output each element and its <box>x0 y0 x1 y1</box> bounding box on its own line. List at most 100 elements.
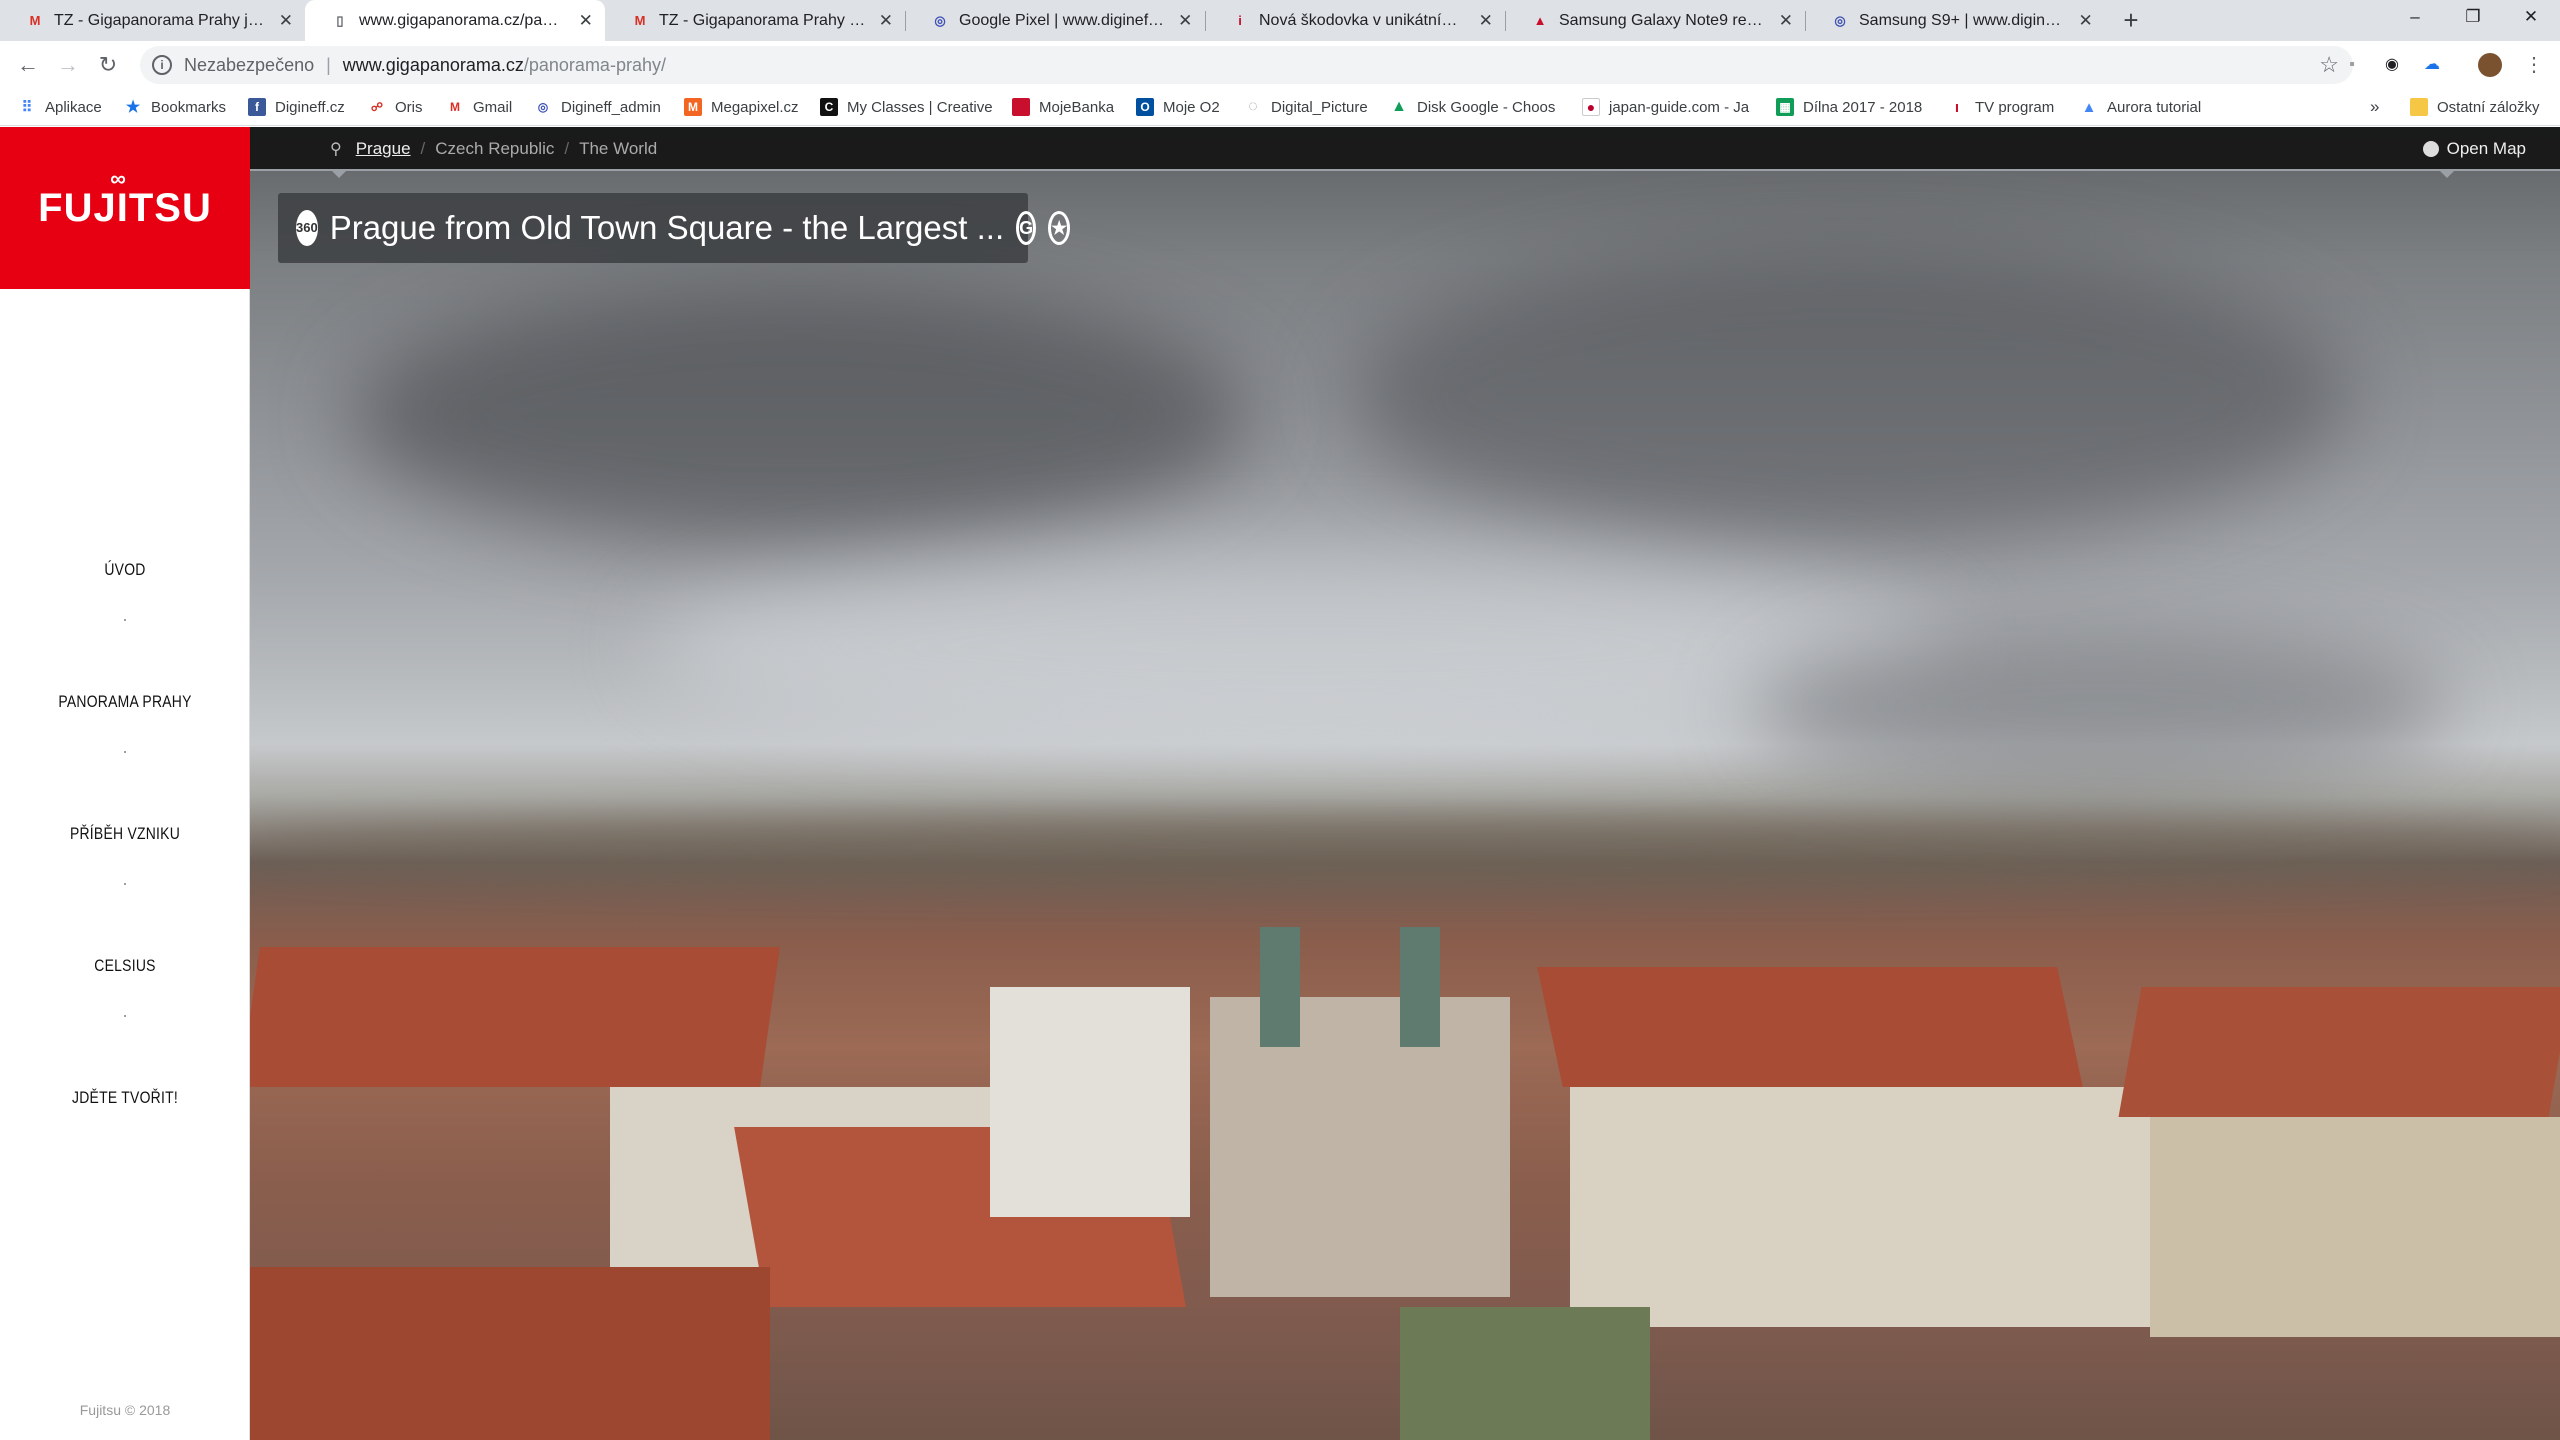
tab-gigapanorama[interactable]: ▯ www.gigapanorama.cz/panoram ✕ <box>305 0 605 41</box>
breadcrumb-the-world[interactable]: The World <box>579 139 657 159</box>
nav-jdete-tvorit[interactable]: JDĚTE TVOŘIT! <box>23 1085 228 1151</box>
menu-kebab-icon[interactable]: ⋮ <box>2522 53 2546 77</box>
sidebar: ∞ FUJITSU ÚVOD PANORAMA PRAHY PŘÍBĚH VZN… <box>0 127 250 1440</box>
bookmark-label: Digineff_admin <box>561 98 661 116</box>
bookmark-japan-guide[interactable]: ● japan-guide.com - Ja <box>1582 88 1752 126</box>
close-icon[interactable]: ✕ <box>1779 11 1793 31</box>
other-bookmarks-folder[interactable]: Ostatní záložky <box>2410 88 2560 126</box>
glasses-extension-icon[interactable]: ◉ <box>2380 53 2404 77</box>
bank-icon <box>1012 98 1030 116</box>
bookmark-label: Digital_Picture <box>1271 98 1368 116</box>
bookmark-tv-program[interactable]: ı TV program <box>1948 88 2068 126</box>
back-button[interactable]: ← <box>12 49 44 81</box>
digineff-icon: ◎ <box>537 100 549 114</box>
tab-google-pixel[interactable]: ◎ Google Pixel | www.digineff.cz ✕ <box>905 0 1205 41</box>
oris-icon: ☍ <box>370 100 384 114</box>
digineff-icon: ◎ <box>1834 12 1846 28</box>
bookmarks-bar: ⠿ Aplikace ★ Bookmarks f Digineff.cz ☍ O… <box>0 88 2560 126</box>
footer-copyright: Fujitsu © 2018 <box>79 1402 171 1418</box>
other-bookmarks-label: Ostatní záložky <box>2437 98 2540 116</box>
bookmark-label: Disk Google - Choos <box>1417 98 1556 116</box>
news-icon: i <box>1238 13 1242 28</box>
bookmark-label: Aurora tutorial <box>2107 98 2202 116</box>
digineff-icon: ◎ <box>934 12 946 28</box>
reload-button[interactable]: ↻ <box>92 49 124 81</box>
tab-skodovka[interactable]: i Nová škodovka v unikátním graf ✕ <box>1205 0 1505 41</box>
megapixel-icon: M <box>684 98 702 116</box>
close-window-button[interactable]: ✕ <box>2502 0 2560 34</box>
bookmark-moje-o2[interactable]: O Moje O2 <box>1136 88 1236 126</box>
close-icon[interactable]: ✕ <box>2078 11 2093 31</box>
star-icon: ★ <box>125 99 141 116</box>
info-icon[interactable]: i <box>152 55 172 75</box>
bookmark-aplikace[interactable]: ⠿ Aplikace <box>18 88 128 126</box>
tab-gigapanorama-email-2[interactable]: M TZ - Gigapanorama Prahy je dost ✕ <box>605 0 905 41</box>
sheets-icon: ▦ <box>1776 98 1794 116</box>
nav-label: CELSIUS <box>94 956 156 975</box>
bookmarks-overflow-button[interactable]: » <box>2370 88 2390 126</box>
panorama-viewer[interactable]: ⚲ Prague / Czech Republic / The World Op… <box>250 127 2560 1440</box>
bookmark-gmail[interactable]: M Gmail <box>446 88 536 126</box>
close-icon[interactable]: ✕ <box>279 11 293 31</box>
close-icon[interactable]: ✕ <box>1478 11 1493 31</box>
minimize-button[interactable]: – <box>2386 0 2444 34</box>
nav-pribeh-vzniku[interactable]: PŘÍBĚH VZNIKU <box>23 821 228 887</box>
building-shape <box>1570 1087 2170 1327</box>
tab-gigapanorama-email-1[interactable]: M TZ - Gigapanorama Prahy je dost ✕ <box>0 0 305 41</box>
bookmark-digineff-admin[interactable]: ◎ Digineff_admin <box>534 88 674 126</box>
browser-toolbar: ← → ↻ i Nezabezpečeno | www.gigapanorama… <box>0 41 2560 88</box>
favorite-star-icon[interactable]: ★ <box>1048 211 1071 245</box>
breadcrumb-notch <box>330 169 348 178</box>
roof-shape <box>1537 967 2083 1087</box>
cloud-extension-icon[interactable]: ☁ <box>2420 53 2444 77</box>
new-tab-button[interactable]: + <box>2116 6 2146 36</box>
address-bar[interactable]: i Nezabezpečeno | www.gigapanorama.cz/pa… <box>140 46 2353 84</box>
breadcrumb-separator: / <box>564 139 570 158</box>
site-nav: ÚVOD PANORAMA PRAHY PŘÍBĚH VZNIKU CELSIU… <box>0 557 250 1151</box>
close-icon[interactable]: ✕ <box>578 11 593 31</box>
extension-icon[interactable]: ▪ <box>2340 53 2364 77</box>
bookmark-star-icon[interactable]: ☆ <box>2319 52 2339 78</box>
bookmark-label: Aplikace <box>45 98 102 116</box>
open-map-label: Open Map <box>2446 139 2526 158</box>
logo-wordmark: ∞ FUJITSU <box>38 166 212 231</box>
bookmark-megapixel[interactable]: M Megapixel.cz <box>684 88 814 126</box>
bookmark-creativelive[interactable]: C My Classes | Creative <box>820 88 992 126</box>
nav-celsius[interactable]: CELSIUS <box>23 953 228 1019</box>
bookmark-google-drive[interactable]: ▲ Disk Google - Choos <box>1390 88 1560 126</box>
bookmark-digital-picture[interactable]: ◌ Digital_Picture <box>1244 88 1374 126</box>
tab-samsung-s9[interactable]: ◎ Samsung S9+ | www.digineff.cz ✕ <box>1805 0 2105 41</box>
breadcrumb-prague[interactable]: Prague <box>356 139 411 159</box>
close-icon[interactable]: ✕ <box>879 11 893 31</box>
bookmark-dilna[interactable]: ▦ Dílna 2017 - 2018 <box>1776 88 1926 126</box>
page: ∞ FUJITSU ÚVOD PANORAMA PRAHY PŘÍBĚH VZN… <box>0 127 2560 1440</box>
bookmark-mojebanka[interactable]: MojeBanka <box>1012 88 1132 126</box>
open-map-button[interactable]: Open Map <box>2422 127 2526 171</box>
bookmark-oris[interactable]: ☍ Oris <box>368 88 448 126</box>
breadcrumb-czech-republic[interactable]: Czech Republic <box>435 139 554 159</box>
profile-avatar[interactable] <box>2478 53 2502 77</box>
forward-button[interactable]: → <box>52 49 84 81</box>
tab-title: Google Pixel | www.digineff.cz <box>959 11 1166 29</box>
bookmark-bookmarks[interactable]: ★ Bookmarks <box>124 88 244 126</box>
bookmark-aurora[interactable]: ▲ Aurora tutorial <box>2080 88 2220 126</box>
bookmark-digineff[interactable]: f Digineff.cz <box>248 88 358 126</box>
bookmark-label: MojeBanka <box>1039 98 1115 116</box>
tab-note9-review[interactable]: ▲ Samsung Galaxy Note9 review: C ✕ <box>1505 0 1805 41</box>
360-icon: 360 <box>296 210 318 246</box>
tab-title: TZ - Gigapanorama Prahy je dost <box>54 11 267 29</box>
close-icon[interactable]: ✕ <box>1178 11 1193 31</box>
roof-shape <box>250 947 780 1087</box>
nav-uvod[interactable]: ÚVOD <box>23 557 228 623</box>
nav-label: PANORAMA PRAHY <box>58 692 192 711</box>
restore-button[interactable]: ❐ <box>2444 0 2502 34</box>
bookmark-label: Megapixel.cz <box>711 98 799 116</box>
tv-icon: ı <box>1954 98 1960 116</box>
horizon-shape <box>250 817 2560 877</box>
google-g-icon[interactable]: G <box>1016 211 1037 245</box>
fujitsu-logo[interactable]: ∞ FUJITSU <box>0 127 250 289</box>
tab-strip: M TZ - Gigapanorama Prahy je dost ✕ ▯ ww… <box>0 0 2560 41</box>
page-icon: ▯ <box>336 12 344 28</box>
nav-panorama-prahy[interactable]: PANORAMA PRAHY <box>23 689 228 755</box>
bookmark-label: Bookmarks <box>151 98 227 116</box>
